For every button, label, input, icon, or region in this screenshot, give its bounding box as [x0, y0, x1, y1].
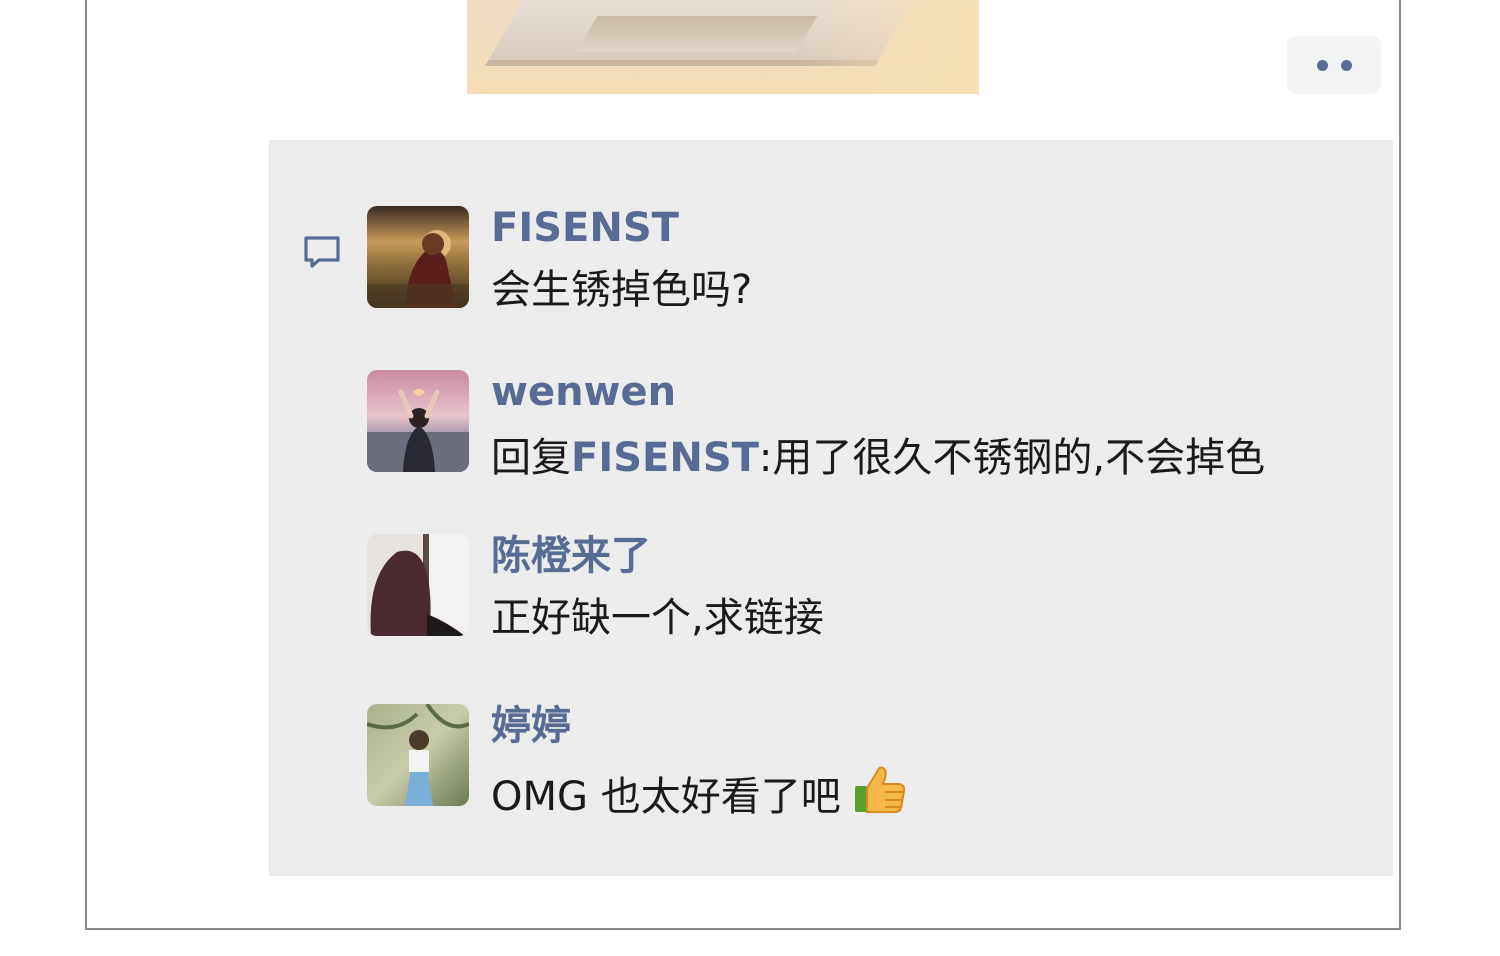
moments-post-card: FISENST 会生锈掉色吗? wenwen 回复FISENST:用了很久不锈钢… [85, 0, 1401, 930]
comments-section: FISENST 会生锈掉色吗? wenwen 回复FISENST:用了很久不锈钢… [269, 140, 1393, 876]
comment-text: 回复FISENST:用了很久不锈钢的,不会掉色 [491, 432, 1265, 484]
comment-author[interactable]: 陈橙来了 [491, 530, 651, 582]
comment-bubble-icon [304, 236, 340, 268]
more-actions-button[interactable] [1287, 36, 1381, 94]
comment-text: OMG 也太好看了吧 [491, 762, 907, 829]
comment-text: 正好缺一个,求链接 [491, 595, 824, 641]
comment-text: 会生锈掉色吗? [491, 267, 753, 313]
comment-author[interactable]: FISENST [491, 202, 679, 254]
reply-body: :用了很久不锈钢的,不会掉色 [758, 435, 1266, 481]
comment-body: OMG 也太好看了吧 [491, 774, 841, 820]
photo-shelf-inner-shape [576, 16, 818, 52]
avatar[interactable] [367, 704, 469, 806]
reply-prefix: 回复 [491, 435, 571, 481]
post-photo[interactable] [467, 0, 979, 94]
more-dot-icon [1316, 59, 1328, 71]
thumbs-up-icon [853, 762, 907, 829]
avatar[interactable] [367, 206, 469, 308]
comment-item: FISENST 会生锈掉色吗? [367, 205, 1377, 316]
avatar[interactable] [367, 370, 469, 472]
more-dot-icon [1340, 59, 1352, 71]
comment-item: 陈橙来了 正好缺一个,求链接 [367, 533, 1377, 644]
reply-target-name[interactable]: FISENST [571, 435, 759, 481]
comment-item: 婷婷 OMG 也太好看了吧 [367, 703, 1377, 820]
photo-light-shape [799, 0, 979, 94]
avatar[interactable] [367, 534, 469, 636]
comment-author[interactable]: 婷婷 [491, 700, 571, 752]
comment-item: wenwen 回复FISENST:用了很久不锈钢的,不会掉色 [367, 369, 1377, 481]
comment-author[interactable]: wenwen [491, 366, 676, 418]
